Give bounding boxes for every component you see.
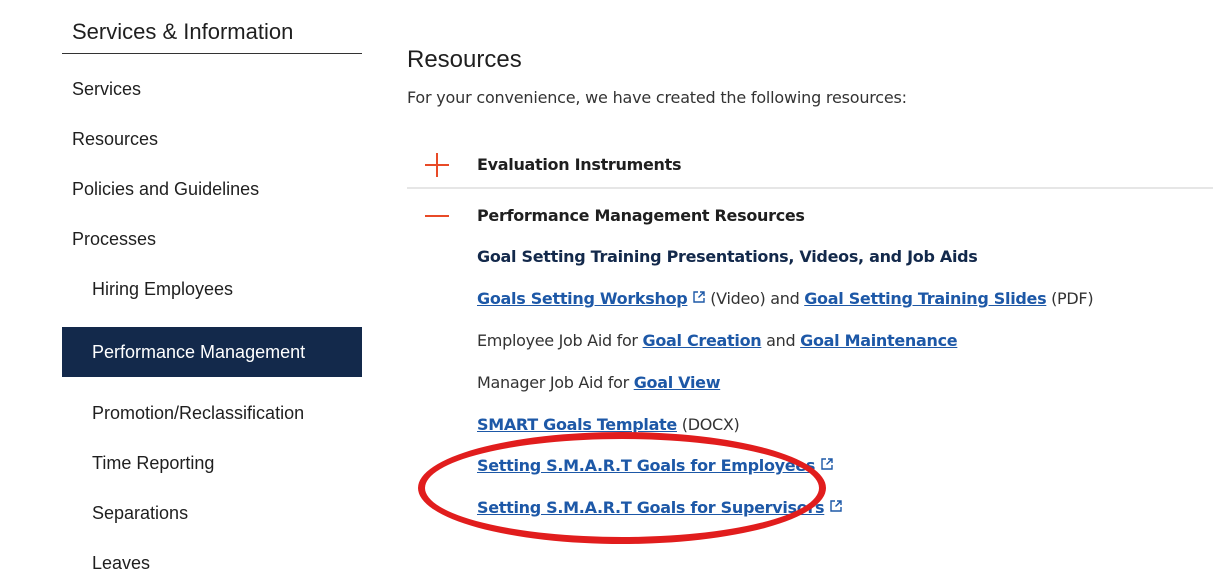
page-intro: For your convenience, we have created th… (407, 88, 907, 107)
goal-creation-link[interactable]: Goal Creation (643, 331, 762, 350)
sidebar-item-time-reporting[interactable]: Time Reporting (92, 453, 214, 474)
resources-subheading: Goal Setting Training Presentations, Vid… (477, 247, 978, 266)
sidebar-item-services[interactable]: Services (72, 79, 141, 100)
accordion-divider (407, 187, 1213, 189)
resource-text: Manager Job Aid for (477, 373, 634, 392)
resource-text: and (761, 331, 801, 350)
resource-line-manager-job-aid: Manager Job Aid for Goal View (477, 373, 721, 392)
sidebar-item-hiring[interactable]: Hiring Employees (92, 279, 233, 300)
sidebar-item-leaves[interactable]: Leaves (92, 553, 150, 574)
resource-line-employee-job-aid: Employee Job Aid for Goal Creation and G… (477, 331, 958, 350)
smart-goals-template-link[interactable]: SMART Goals Template (477, 415, 677, 434)
goal-view-link[interactable]: Goal View (634, 373, 721, 392)
minus-icon[interactable] (425, 204, 449, 228)
main-content: Resources For your convenience, we have … (407, 0, 1213, 577)
goals-setting-workshop-link[interactable]: Goals Setting Workshop (477, 289, 688, 308)
smart-goals-employees-link[interactable]: Setting S.M.A.R.T Goals for Employees (477, 456, 815, 475)
resource-text: (DOCX) (676, 415, 740, 434)
resource-line-smart-supervisors: Setting S.M.A.R.T Goals for Supervisors (477, 498, 842, 517)
resource-line-smart-template: SMART Goals Template (DOCX) (477, 415, 740, 434)
accordion-evaluation-instruments[interactable]: Evaluation Instruments (477, 155, 682, 174)
resource-text: (Video) and (705, 289, 805, 308)
resource-line-workshop: Goals Setting Workshop (Video) and Goal … (477, 289, 1094, 308)
sidebar-item-promotion[interactable]: Promotion/Reclassification (92, 403, 304, 424)
accordion-performance-management-resources[interactable]: Performance Management Resources (477, 206, 805, 225)
sidebar-item-processes[interactable]: Processes (72, 229, 156, 250)
smart-goals-supervisors-link[interactable]: Setting S.M.A.R.T Goals for Supervisors (477, 498, 825, 517)
goal-setting-training-slides-link[interactable]: Goal Setting Training Slides (804, 289, 1046, 308)
sidebar-item-separations[interactable]: Separations (92, 503, 188, 524)
sidebar-item-performance-management[interactable]: Performance Management (62, 327, 362, 377)
goal-maintenance-link[interactable]: Goal Maintenance (800, 331, 957, 350)
external-link-icon (693, 291, 706, 303)
external-link-icon (821, 458, 833, 470)
page-title: Resources (407, 46, 522, 73)
resource-text: (PDF) (1046, 289, 1094, 308)
sidebar-title: Services & Information (72, 19, 294, 44)
resource-text: Employee Job Aid for (477, 331, 643, 350)
plus-icon[interactable] (425, 153, 449, 177)
sidebar-divider (62, 53, 362, 54)
resource-line-smart-employees: Setting S.M.A.R.T Goals for Employees (477, 456, 833, 475)
external-link-icon (830, 500, 842, 512)
sidebar-item-resources[interactable]: Resources (72, 129, 158, 150)
sidebar-item-policies[interactable]: Policies and Guidelines (72, 179, 259, 200)
